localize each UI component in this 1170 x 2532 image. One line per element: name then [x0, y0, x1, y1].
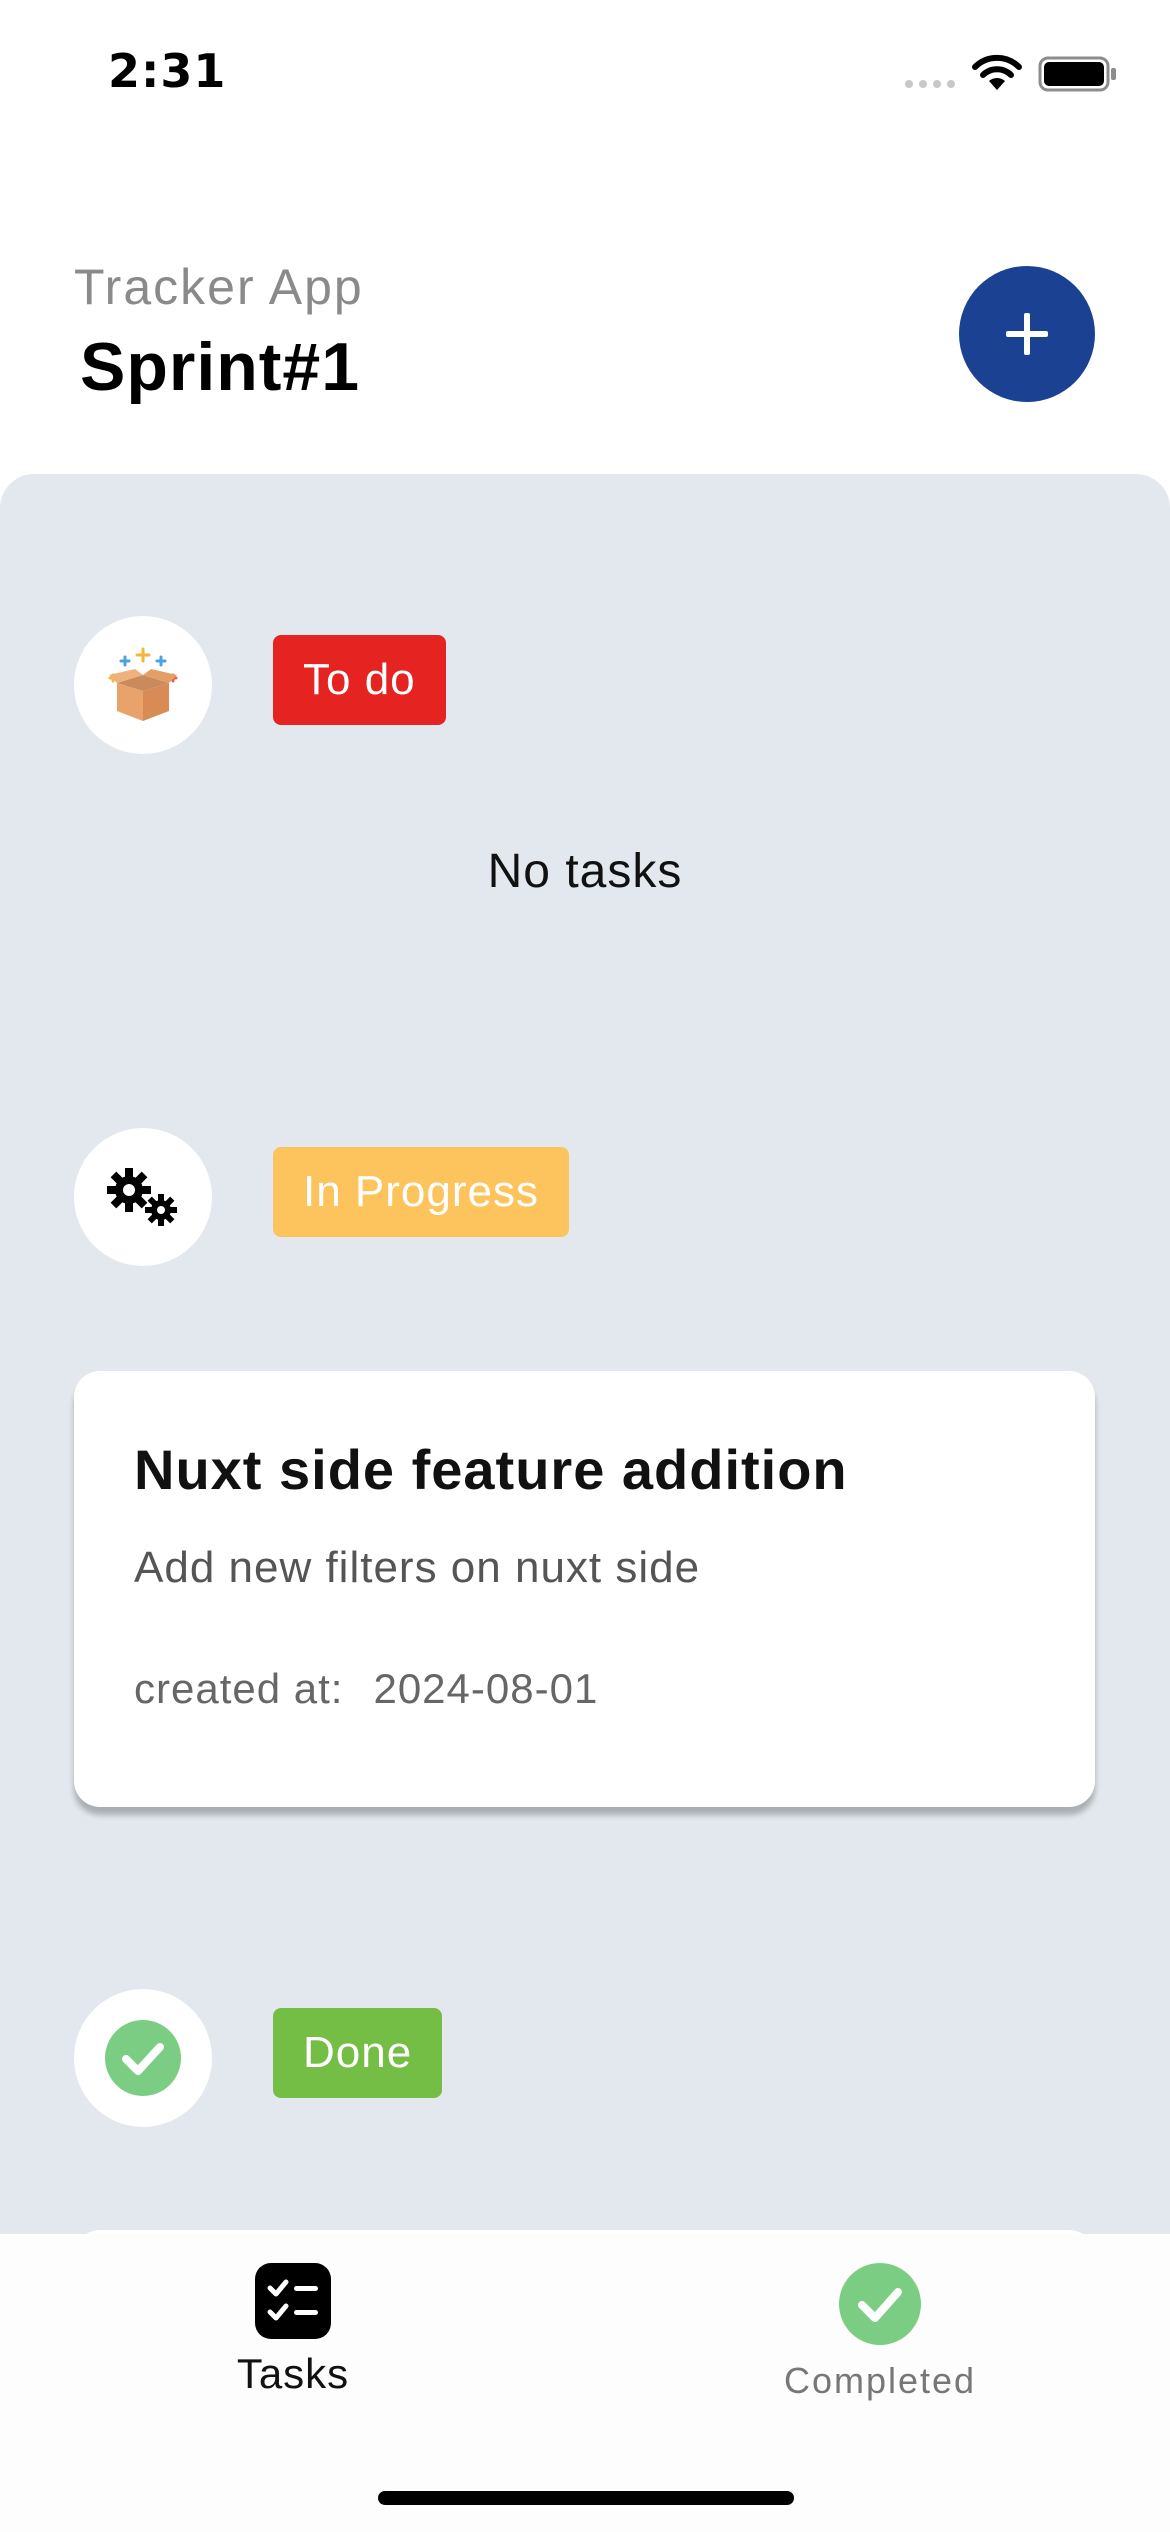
task-created-meta: created at: 2024-08-01 [134, 1665, 598, 1713]
task-title: Nuxt side feature addition [134, 1438, 848, 1501]
tab-tasks[interactable]: Tasks [193, 2262, 393, 2398]
empty-state-text: No tasks [487, 845, 683, 898]
status-time: 2:31 [108, 44, 227, 98]
home-indicator[interactable] [378, 2491, 794, 2505]
add-task-button[interactable] [959, 266, 1095, 402]
cellular-signal-icon [905, 80, 955, 88]
plus-icon [1006, 313, 1048, 355]
page-title: Sprint#1 [80, 329, 361, 405]
battery-icon [1038, 56, 1116, 92]
app-name: Tracker App [74, 259, 364, 315]
tab-bar: Tasks Completed [0, 2234, 1170, 2532]
task-card[interactable]: Nuxt side feature addition Add new filte… [74, 1371, 1095, 1807]
status-bar: 2:31 [0, 0, 1170, 150]
status-label-in-progress: In Progress [273, 1147, 569, 1237]
created-label: created at: [134, 1665, 344, 1712]
gears-icon [74, 1128, 212, 1266]
created-date: 2024-08-01 [373, 1665, 599, 1712]
tab-completed[interactable]: Completed [760, 2262, 1000, 2402]
gift-box-icon [74, 616, 212, 754]
check-circle-icon [74, 1989, 212, 2127]
wifi-icon [972, 54, 1022, 90]
task-description: Add new filters on nuxt side [134, 1543, 701, 1592]
check-circle-icon [839, 2263, 921, 2345]
checklist-icon [255, 2263, 331, 2339]
tab-completed-label: Completed [783, 2360, 977, 2401]
tab-tasks-label: Tasks [236, 2350, 350, 2397]
status-label-done: Done [273, 2008, 443, 2098]
status-label-todo: To do [273, 635, 446, 725]
task-board[interactable]: To do No tasks In Progress Nuxt side fea… [0, 474, 1170, 2234]
